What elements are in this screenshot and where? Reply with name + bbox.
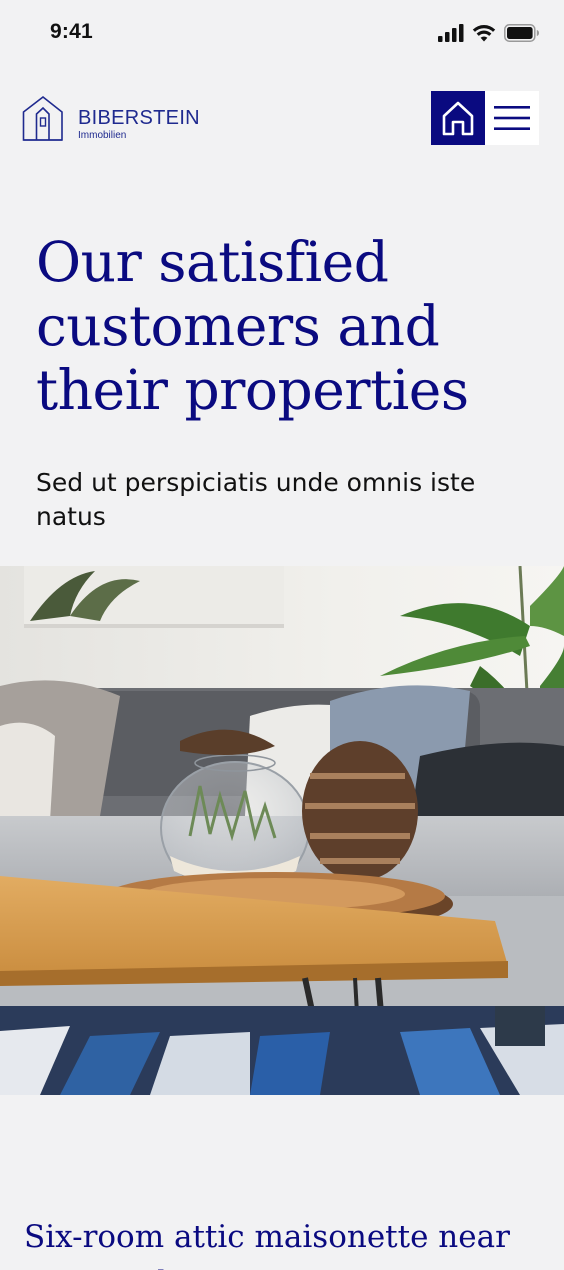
- page: 9:41 BIBERSTEIN Immobilien Our satisfied…: [0, 0, 564, 1270]
- menu-button[interactable]: [485, 91, 539, 145]
- status-icons: [438, 24, 540, 42]
- listing-title[interactable]: Six-room attic maisonette near Marienpla…: [24, 1214, 544, 1270]
- hamburger-menu-icon: [494, 106, 530, 130]
- brand-name: BIBERSTEIN: [78, 107, 200, 129]
- signal-icon: [438, 24, 464, 42]
- home-button[interactable]: [431, 91, 485, 145]
- home-icon: [442, 101, 474, 136]
- site-header: BIBERSTEIN Immobilien: [0, 88, 564, 148]
- hero-title: Our satisfied customers and their proper…: [36, 230, 469, 422]
- hero-subtitle: Sed ut perspiciatis unde omnis iste natu…: [36, 468, 476, 531]
- brand-tagline: Immobilien: [78, 130, 127, 141]
- wifi-icon: [472, 25, 496, 42]
- brand-logo[interactable]: BIBERSTEIN Immobilien: [22, 94, 200, 142]
- battery-icon: [504, 24, 539, 42]
- hero-image: [0, 566, 564, 1095]
- logo-house-icon: [22, 95, 63, 141]
- status-bar: 9:41: [0, 0, 564, 64]
- status-time: 9:41: [50, 20, 93, 43]
